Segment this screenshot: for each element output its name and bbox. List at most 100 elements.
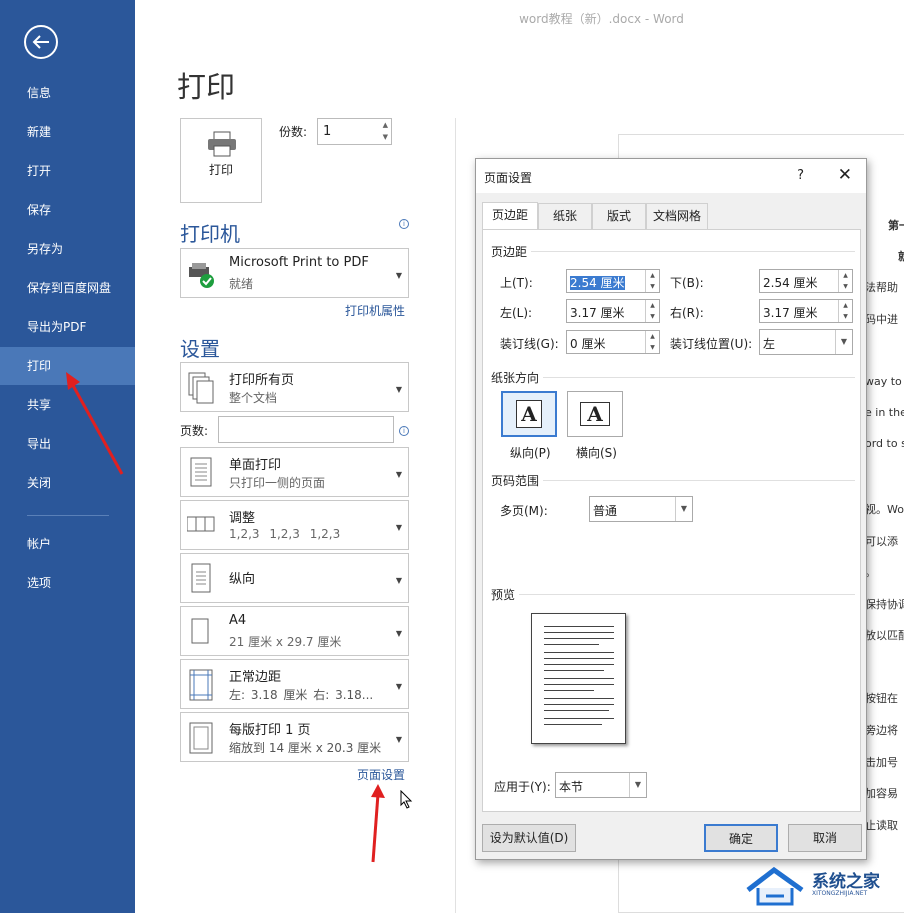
pages-input[interactable] [218,416,394,443]
paper-size-label: A4 [229,613,247,628]
preview-line [544,704,614,705]
tab-margins[interactable]: 页边距 [482,202,538,230]
preview-text: ord to s [865,437,904,450]
printer-status: 就绪 [229,277,254,291]
margins-dropdown[interactable]: 正常边距 左: 3.18 厘米 右: 3.18... ▼ [180,659,409,709]
preview-line [544,698,614,699]
printer-heading: 打印机 [180,222,240,246]
close-icon[interactable]: ✕ [838,165,852,185]
pages-icon [188,372,214,404]
right-margin-input[interactable]: 3.17 厘米 ▲ ▼ [759,299,853,323]
gutter-pos-value: 左 [763,337,776,351]
layout-preview-page [531,613,626,744]
sides-label: 单面打印 [229,458,282,473]
nav-save-baidu[interactable]: 保存到百度网盘 [0,269,135,307]
pages-per-sheet-dropdown[interactable]: 每版打印 1 页 缩放到 14 厘米 x 20.3 厘米 ▼ [180,712,409,762]
sides-dropdown[interactable]: 单面打印 只打印一侧的页面 ▼ [180,447,409,497]
apply-to-value: 本节 [559,780,584,794]
tab-paper[interactable]: 纸张 [538,203,592,229]
gutter-label: 装订线(G): [500,337,559,351]
spin-icon[interactable]: ▲ ▼ [645,270,659,292]
spin-down-icon[interactable]: ▼ [383,133,388,141]
portrait-icon: A [516,400,542,428]
chevron-down-icon: ▼ [835,330,852,354]
apply-to-select[interactable]: 本节 ▼ [555,772,647,798]
chevron-down-icon: ▼ [395,628,402,638]
nav-export-pdf[interactable]: 导出为PDF [0,308,135,346]
print-range-label: 打印所有页 [229,373,295,388]
nav-account[interactable]: 帐户 [0,525,135,563]
info-icon[interactable]: i [399,426,409,436]
left-margin-input[interactable]: 3.17 厘米 ▲ ▼ [566,299,660,323]
paper-size-desc: 21 厘米 x 29.7 厘米 [229,635,342,649]
preview-line [544,638,614,639]
cancel-button[interactable]: 取消 [788,824,862,852]
landscape-option[interactable]: A [567,391,623,437]
page-title: 打印 [177,70,236,104]
print-button[interactable]: 打印 [180,118,262,203]
collate-dropdown[interactable]: 调整 1,2,3 1,2,3 1,2,3 ▼ [180,500,409,550]
nav-print[interactable]: 打印 [0,347,135,385]
bottom-margin-input[interactable]: 2.54 厘米 ▲ ▼ [759,269,853,293]
paper-icon [191,618,209,644]
preview-text: way to [865,375,902,388]
spin-icon[interactable]: ▲ ▼ [838,300,852,322]
multiple-pages-select[interactable]: 普通 ▼ [589,496,693,522]
ok-button[interactable]: 确定 [704,824,778,852]
spin-up-icon[interactable]: ▲ [383,121,388,129]
spin-icon[interactable]: ▲ ▼ [645,300,659,322]
tab-doc-grid[interactable]: 文档网格 [646,203,708,229]
copies-input[interactable]: 1 ▲ ▼ [317,118,392,145]
landscape-label: 横向(S) [576,446,617,460]
nav-new[interactable]: 新建 [0,113,135,151]
page-setup-dialog: 页面设置 ? ✕ 页边距 纸张 版式 文档网格 页边距 上(T): 2.54 厘… [475,158,867,860]
help-icon[interactable]: ? [797,168,804,183]
page-setup-link[interactable]: 页面设置 [357,766,405,783]
set-default-button[interactable]: 设为默认值(D) [482,824,576,852]
preview-text: 码中进 [865,313,898,326]
printer-properties-link[interactable]: 打印机属性 [345,302,405,319]
nav-info[interactable]: 信息 [0,74,135,112]
back-button[interactable] [24,25,58,59]
printer-dropdown[interactable]: Microsoft Print to PDF 就绪 ▼ [180,248,409,298]
watermark-subtitle: XITONGZHIJIA.NET [812,890,868,897]
settings-heading: 设置 [180,337,220,361]
preview-text: 加容易 [865,787,898,800]
collate-desc: 1,2,3 1,2,3 1,2,3 [229,527,341,541]
preview-text: 旁边将 [865,724,898,737]
nav-open[interactable]: 打开 [0,152,135,190]
tab-layout[interactable]: 版式 [592,203,646,229]
pages-label: 页数: [180,424,209,438]
print-range-dropdown[interactable]: 打印所有页 整个文档 ▼ [180,362,409,412]
info-icon[interactable]: i [399,219,409,229]
top-label: 上(T): [500,276,533,290]
spin-icon[interactable]: ▲ ▼ [838,270,852,292]
preview-line [544,724,602,725]
chevron-down-icon: ▼ [629,773,646,797]
orientation-dropdown[interactable]: 纵向 ▼ [180,553,409,603]
chevron-down-icon: ▼ [395,734,402,744]
nav-save[interactable]: 保存 [0,191,135,229]
collate-label: 调整 [229,511,256,526]
top-margin-input[interactable]: 2.54 厘米 ▲ ▼ [566,269,660,293]
nav-share[interactable]: 共享 [0,386,135,424]
nav-export[interactable]: 导出 [0,425,135,463]
chevron-down-icon: ▼ [395,575,402,585]
chevron-down-icon: ▼ [395,270,402,280]
bottom-label: 下(B): [670,276,704,290]
gutter-input[interactable]: 0 厘米 ▲ ▼ [566,330,660,354]
multiple-pages-value: 普通 [593,504,618,518]
preview-line [544,684,614,685]
collate-icon [187,516,215,532]
paper-size-dropdown[interactable]: A4 21 厘米 x 29.7 厘米 ▼ [180,606,409,656]
left-margin-value: 3.17 厘米 [570,306,625,320]
portrait-option[interactable]: A [501,391,557,437]
nav-close[interactable]: 关闭 [0,464,135,502]
nav-options[interactable]: 选项 [0,564,135,602]
spin-icon[interactable]: ▲ ▼ [645,331,659,353]
preview-line [544,710,609,711]
gutter-pos-select[interactable]: 左 ▼ [759,329,853,355]
dialog-title: 页面设置 [484,171,533,185]
preview-text: 止读取 [865,819,898,832]
nav-save-as[interactable]: 另存为 [0,230,135,268]
